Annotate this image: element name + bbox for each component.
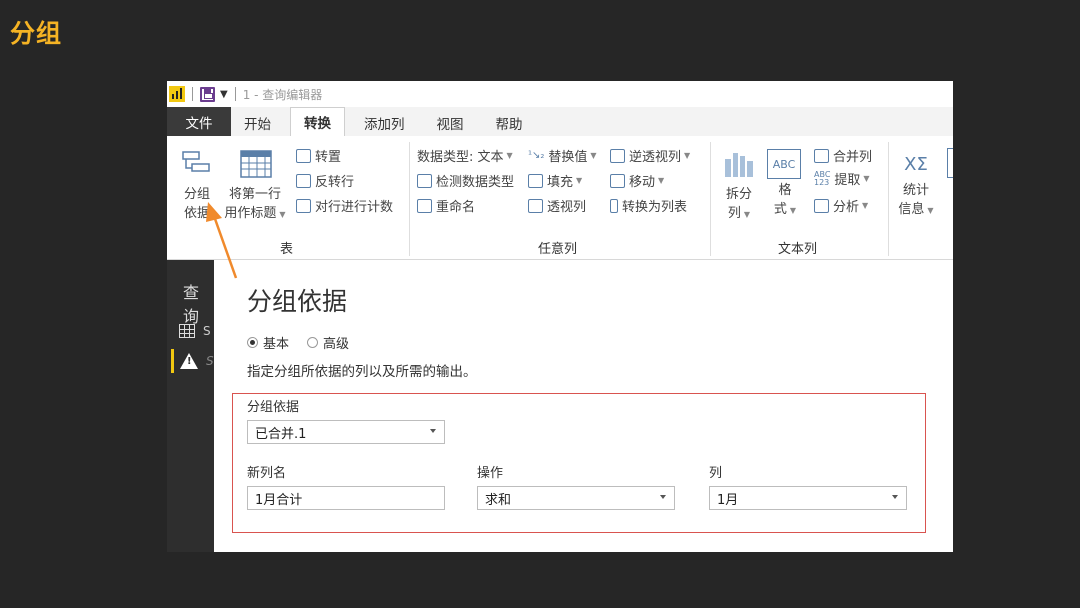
group-by-icon: [182, 151, 210, 172]
rename-button[interactable]: 重命名: [417, 196, 475, 215]
unpivot-button[interactable]: 逆透视列 ▼: [610, 146, 690, 165]
statistics-label-1: 统计: [902, 183, 929, 198]
radio-advanced-label[interactable]: 高级: [323, 333, 349, 352]
radio-basic[interactable]: [247, 337, 258, 348]
pivot-icon: [528, 198, 543, 213]
count-rows-icon: [296, 198, 311, 213]
group-separator: [888, 142, 889, 256]
dialog-title: 分组依据: [247, 287, 348, 316]
tab-add-column[interactable]: 添加列: [351, 109, 418, 136]
split-label-1: 拆分: [725, 187, 752, 202]
format-abc-icon: ABC: [767, 149, 801, 179]
to-list-icon: [610, 198, 618, 213]
query-item[interactable]: S: [179, 324, 211, 338]
radio-basic-label[interactable]: 基本: [263, 333, 289, 352]
reverse-rows-icon: [296, 173, 311, 188]
split-column-icon: [725, 153, 753, 177]
tab-help[interactable]: 帮助: [483, 109, 536, 136]
move-button[interactable]: 移动 ▼: [610, 171, 664, 190]
operation-label: 操作: [477, 466, 504, 481]
move-icon: [610, 173, 625, 188]
column-select[interactable]: 1月: [709, 486, 907, 510]
title-separator: [192, 87, 193, 101]
count-rows-button[interactable]: 对行进行计数: [296, 196, 393, 215]
title-bar: ▼ 1 - 查询编辑器: [167, 81, 953, 107]
tab-home[interactable]: 开始: [231, 109, 284, 136]
format-button[interactable]: ABC 格 式 ▼: [767, 149, 803, 220]
chevron-down-icon: [430, 429, 436, 433]
dialog-description: 指定分组所依据的列以及所需的输出。: [247, 364, 477, 380]
highlight-box: 分组依据 已合并.1 新列名 1月合计 操作 求和 列 1月: [232, 393, 926, 533]
ribbon-tabs: 文件 开始 转换 添加列 视图 帮助: [167, 107, 953, 136]
window-title: 1 - 查询编辑器: [242, 87, 323, 102]
parse-button[interactable]: 分析 ▼: [814, 196, 868, 215]
replace-values-icon: ¹↘₂: [528, 150, 545, 161]
title-separator: [234, 87, 236, 101]
table-header-icon: [240, 150, 272, 178]
group-separator: [710, 142, 711, 256]
chevron-down-icon: [660, 495, 666, 499]
column-label: 列: [709, 466, 723, 481]
warning-icon: [180, 353, 198, 369]
group-by-field-label: 分组依据: [247, 400, 300, 415]
save-icon[interactable]: [200, 86, 215, 102]
query-editor-screenshot: ▼ 1 - 查询编辑器 文件 开始 转换 添加列 视图 帮助 分组 依据 将第一…: [167, 81, 953, 552]
abc123-icon: ABC 123: [814, 169, 831, 187]
query-item-warning[interactable]: S: [171, 349, 214, 373]
group-label-text-column: 文本列: [778, 242, 818, 257]
transpose-button[interactable]: 转置: [296, 146, 341, 165]
statistics-button[interactable]: XΣ 统计 信息 ▼: [897, 149, 935, 220]
tab-view[interactable]: 视图: [424, 109, 477, 136]
unpivot-icon: [610, 148, 625, 163]
table-icon: [179, 324, 195, 338]
fill-button[interactable]: 填充 ▼: [528, 171, 582, 190]
group-label-table: 表: [280, 242, 294, 257]
ribbon: 分组 依据 将第一行 用作标题 ▼ 转置 反转行 对行进行计数 表 数据类型: 文…: [167, 136, 953, 260]
fill-down-icon: [528, 173, 543, 188]
format-label-2: 式 ▼: [773, 202, 797, 217]
detect-type-icon: [417, 173, 432, 188]
mode-radio-group: 基本 高级: [247, 333, 367, 352]
statistics-label-2: 信息 ▼: [898, 202, 934, 217]
radio-advanced[interactable]: [307, 337, 319, 348]
to-list-button[interactable]: 转换为列表: [610, 196, 687, 215]
tab-file[interactable]: 文件: [167, 107, 231, 136]
queries-pane: 查询 S S: [167, 260, 214, 552]
tab-transform[interactable]: 转换: [290, 107, 345, 136]
new-column-name-input[interactable]: 1月合计: [247, 486, 445, 510]
group-by-select[interactable]: 已合并.1: [247, 420, 445, 444]
group-by-dialog: 分组依据 基本 高级 指定分组所依据的列以及所需的输出。 分组依据 已合并.1 …: [214, 260, 953, 552]
group-separator: [409, 142, 410, 256]
parse-icon: [814, 198, 829, 213]
powerbi-logo-icon: [169, 86, 185, 102]
chevron-down-icon: [892, 495, 898, 499]
slide-title: 分组: [10, 19, 63, 48]
new-column-name-label: 新列名: [247, 466, 287, 481]
annotation-arrow-icon: [206, 202, 238, 279]
merge-columns-icon: [814, 148, 829, 163]
extract-button[interactable]: ABC 123 提取 ▼: [814, 169, 870, 188]
split-label-2: 列 ▼: [727, 206, 751, 221]
group-label-any-column: 任意列: [538, 242, 578, 257]
rename-icon: [417, 198, 432, 213]
format-label-1: 格: [778, 183, 792, 198]
replace-values-button[interactable]: ¹↘₂ 替换值 ▼: [528, 146, 597, 165]
cut-off-ribbon-icon: [947, 148, 953, 178]
detect-type-button[interactable]: 检测数据类型: [417, 171, 514, 190]
pivot-button[interactable]: 透视列: [528, 196, 586, 215]
operation-select[interactable]: 求和: [477, 486, 675, 510]
split-column-button[interactable]: 拆分 列 ▼: [721, 149, 757, 224]
transpose-icon: [296, 148, 311, 163]
sigma-icon: XΣ: [904, 154, 928, 175]
merge-columns-button[interactable]: 合并列: [814, 146, 872, 165]
reverse-rows-button[interactable]: 反转行: [296, 171, 354, 190]
data-type-dropdown[interactable]: 数据类型: 文本 ▼: [417, 146, 513, 165]
quick-access-dropdown-icon[interactable]: ▼: [220, 89, 228, 100]
